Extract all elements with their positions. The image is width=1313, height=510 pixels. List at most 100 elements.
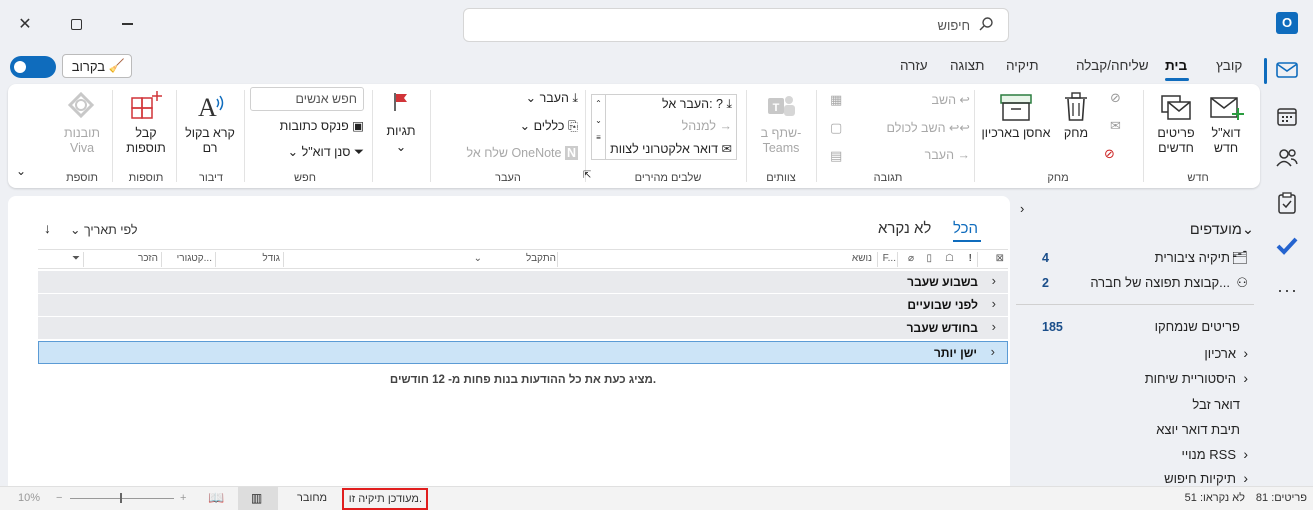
coming-soon-button[interactable]: בקרוב 🧹	[62, 54, 132, 78]
tab-send-receive[interactable]: שליחה/קבלה	[1076, 58, 1149, 73]
rules-icon: ⎘	[568, 119, 578, 133]
group-row[interactable]: בשבוע שעבר ›	[38, 271, 1008, 294]
group-label-addin: תוספת	[54, 172, 110, 184]
flag-icon	[392, 92, 410, 115]
col-subject[interactable]: נושא	[852, 253, 872, 264]
folder-item[interactable]: דואר זבל	[1020, 397, 1240, 415]
search-box[interactable]: חיפוש	[463, 8, 1009, 42]
normal-view-button[interactable]: ▥	[238, 487, 278, 510]
folder-item[interactable]: פריטים שנמחקו 185	[1020, 319, 1240, 337]
sort-by-date-button[interactable]: ⌄ לפי תאריך	[70, 222, 138, 237]
rules-button[interactable]: ⌄ כללים ⎘	[490, 118, 578, 134]
col-type-icon[interactable]: ☖	[945, 253, 954, 264]
scroll-down-icon: ⌄	[592, 116, 605, 125]
mail-icon[interactable]	[1276, 60, 1298, 83]
reply-all-icon: ↩↩	[949, 121, 970, 135]
tab-home[interactable]: בית	[1165, 58, 1187, 73]
folder-item[interactable]: תיקיות חיפוש ›	[1020, 471, 1250, 486]
forward-button[interactable]: העבר →	[846, 148, 970, 162]
tab-help[interactable]: עזרה	[900, 58, 928, 73]
minimize-window-button[interactable]	[102, 0, 152, 48]
ignore-icon[interactable]: ⊘	[1110, 90, 1121, 106]
tab-unread[interactable]: לא נקרא	[878, 220, 931, 237]
quick-step-team-email[interactable]: דואר אלקטרוני לצוות ✉	[610, 141, 732, 156]
new-email-label: דוא"ל חדש	[1204, 126, 1248, 156]
group-label: לפני שבועיים	[907, 298, 978, 312]
tab-view[interactable]: תצוגה	[950, 58, 984, 73]
close-icon: ✕	[18, 14, 31, 34]
column-divider	[215, 252, 216, 267]
quick-step-to-manager[interactable]: למנהל →	[682, 119, 732, 133]
folder-item[interactable]: קבוצת תפוצה של חברה... ⚇ 2	[1020, 275, 1250, 293]
column-divider	[283, 252, 284, 267]
toggle-knob	[14, 61, 26, 73]
col-document-icon[interactable]: ▯	[926, 253, 932, 264]
todo-icon[interactable]	[1276, 236, 1298, 259]
search-people-input[interactable]: חפש אנשים	[250, 87, 364, 111]
folder-name: היסטוריית שיחות	[1145, 371, 1236, 386]
zoom-slider[interactable]	[70, 498, 174, 499]
reply-all-button[interactable]: השב לכולם ↩↩	[836, 120, 970, 135]
col-importance-icon[interactable]: !	[969, 253, 972, 264]
status-unread-count: לא נקראו: 51	[1185, 492, 1245, 504]
group-row[interactable]: לפני שבועיים ›	[38, 294, 1008, 317]
col-categories[interactable]: קטגורי...	[177, 253, 212, 264]
move-button[interactable]: ⌄ העבר ⤓	[490, 90, 578, 106]
zoom-in-icon[interactable]: +	[180, 492, 186, 504]
divider	[1016, 304, 1254, 305]
move-label: העבר	[540, 91, 569, 105]
separator	[1143, 90, 1144, 182]
reading-view-icon[interactable]: 📖	[208, 490, 224, 506]
col-filter-icon[interactable]: ⏷	[72, 253, 80, 264]
tab-folder[interactable]: תיקיה	[1006, 58, 1039, 73]
col-received[interactable]: התקבל	[526, 253, 556, 264]
cleanup-icon[interactable]: ✉	[1110, 118, 1121, 134]
folder-item[interactable]: ארכיון ›	[1020, 346, 1250, 364]
folder-item[interactable]: תיבת דואר יוצא	[1020, 422, 1240, 440]
quick-steps-scroll[interactable]: ⌃ ⌄ ≡	[592, 95, 606, 159]
maximize-window-button[interactable]	[51, 0, 101, 48]
coming-soon-label: בקרוב	[72, 59, 105, 74]
onenote-button[interactable]: שלח אל OneNote N	[438, 146, 578, 160]
address-book-button[interactable]: פנקס כתובות ▣	[258, 118, 364, 133]
block-sender-icon[interactable]: ⊘	[1104, 146, 1115, 162]
chevron-down-icon: ⌄	[526, 91, 536, 105]
people-icon[interactable]	[1276, 148, 1298, 171]
favorites-header[interactable]: מועדפים⌄	[1130, 222, 1254, 238]
expand-pane-icon[interactable]: ›	[1020, 201, 1024, 216]
folder-item[interactable]: היסטוריית שיחות ›	[1020, 371, 1250, 389]
close-window-button[interactable]: ✕	[0, 0, 50, 48]
tasks-icon[interactable]	[1278, 192, 1296, 217]
col-size[interactable]: גודל	[262, 253, 280, 264]
filter-email-button[interactable]: ⌄ סנן דוא"ל ⏷	[270, 144, 364, 160]
calendar-icon[interactable]	[1277, 106, 1297, 129]
meeting-icon[interactable]: ▦	[830, 92, 842, 108]
chevron-down-icon: ⌄	[520, 119, 530, 133]
ribbon: דוא"ל חדש פריטים חדשים חדש ⊘ ✉ ⊘ מחק אחס…	[8, 84, 1260, 188]
status-connected: מחובר	[297, 492, 327, 504]
more-respond-icon[interactable]: ▤	[830, 148, 842, 164]
col-reminder-icon[interactable]: ⊠	[996, 253, 1004, 264]
group-row[interactable]: בחודש שעבר ›	[38, 317, 1008, 340]
new-mail-icon	[1210, 92, 1244, 125]
folder-item[interactable]: תיקיה ציבורית 🗂 4	[1020, 250, 1250, 268]
col-mention[interactable]: הזכר	[138, 253, 158, 264]
zoom-slider-thumb[interactable]	[120, 493, 122, 503]
folder-name: ארכיון	[1204, 346, 1236, 361]
col-from-short[interactable]: F...	[883, 253, 896, 264]
folder-item[interactable]: מנויי RSS ›	[1020, 447, 1250, 465]
group-row-selected[interactable]: ישן יותר ›	[38, 341, 1008, 364]
im-icon[interactable]: ▢	[830, 120, 842, 136]
quick-step-move-to[interactable]: העבר אל: ? ⤓	[662, 97, 732, 112]
zoom-out-icon[interactable]: −	[56, 492, 62, 504]
reply-button[interactable]: השב ↩	[846, 92, 970, 107]
tab-file[interactable]: קובץ	[1216, 58, 1242, 73]
col-attachment-icon[interactable]: ⌀	[908, 253, 914, 264]
more-apps-icon[interactable]: ···	[1277, 280, 1298, 301]
folder-name: תיקיה ציבורית	[1155, 250, 1230, 265]
sort-direction-icon[interactable]: ↓	[44, 220, 51, 236]
tab-all[interactable]: הכל	[953, 220, 978, 237]
scroll-up-icon: ⌃	[592, 99, 605, 108]
quick-steps-launcher-icon[interactable]: ⇱	[583, 170, 591, 181]
collapse-ribbon-icon[interactable]: ⌄	[16, 164, 26, 178]
